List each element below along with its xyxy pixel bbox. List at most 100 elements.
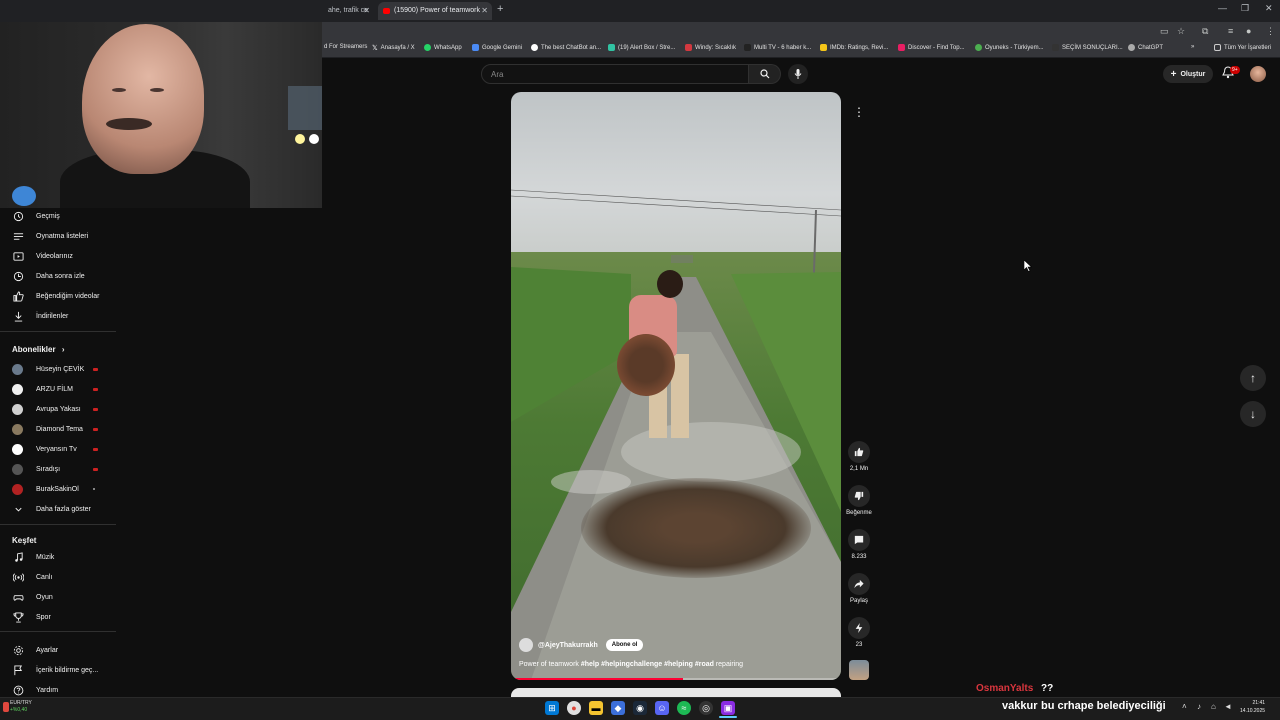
sidebar-item-watch-later[interactable]: Daha sonra izle: [0, 266, 116, 286]
bookmark[interactable]: IMDb: Ratings, Revi...: [820, 44, 888, 51]
bookmark[interactable]: Multi TV - 6 haber k...: [744, 44, 811, 51]
sidebar-item-your-videos[interactable]: Videolarınız: [0, 246, 116, 266]
obs-icon: ◎: [702, 702, 710, 713]
explore-heading: Keşfet: [12, 536, 37, 545]
channel-name[interactable]: @AjeyThakurrakh: [538, 642, 598, 649]
microphone-tray-icon[interactable]: ♪: [1197, 702, 1201, 711]
bookmark[interactable]: 𝕏 Anasayfa / X: [372, 44, 415, 53]
sidebar-divider: [0, 524, 116, 525]
start-button[interactable]: ⊞: [545, 701, 559, 715]
subscriptions-heading[interactable]: Abonelikler ›: [12, 345, 64, 354]
currency-ticker[interactable]: EUR/TRY +%0,40: [10, 700, 32, 714]
close-window-button[interactable]: ✕: [1265, 3, 1273, 14]
media-icon[interactable]: ≡: [1228, 26, 1233, 36]
cast-icon[interactable]: ▭: [1160, 26, 1169, 37]
taskbar-app[interactable]: ◆: [611, 701, 625, 715]
previous-short-button[interactable]: ↑: [1240, 365, 1266, 391]
sidebar-subscription[interactable]: Veryansın Tv: [0, 439, 116, 459]
address-bar[interactable]: [322, 22, 1280, 42]
tray-overflow-icon[interactable]: ˄: [1182, 702, 1187, 711]
tab-previous[interactable]: ahe, trafik ce ✕: [322, 2, 374, 20]
volume-icon[interactable]: ◄: [1224, 702, 1232, 711]
subscribe-button[interactable]: Abone ol: [605, 639, 644, 651]
show-more-button[interactable]: Daha fazla göster: [0, 499, 116, 519]
next-short-button[interactable]: ↓: [1240, 401, 1266, 427]
taskbar-steam[interactable]: ◉: [633, 701, 647, 715]
taskbar-chrome[interactable]: ●: [567, 701, 581, 715]
tab-active[interactable]: (15900) Power of teamwork ✕: [378, 2, 492, 20]
share-button[interactable]: [848, 573, 870, 595]
bookmark[interactable]: Oyuneks - Türkiyem...: [975, 44, 1044, 51]
close-icon[interactable]: ✕: [481, 2, 488, 20]
bookmark-folder[interactable]: Tüm Yer İşaretleri: [1214, 44, 1271, 51]
sidebar-item-report-history[interactable]: İçerik bildirme geç...: [0, 660, 116, 680]
network-icon[interactable]: ⌂: [1211, 702, 1216, 711]
bookmarks-overflow-icon[interactable]: »: [1191, 44, 1194, 50]
sidebar-subscription[interactable]: ARZU FİLM: [0, 379, 116, 399]
comments-button[interactable]: [848, 529, 870, 551]
dislike-button[interactable]: [848, 485, 870, 507]
sidebar-item-playlists[interactable]: Oynatma listeleri: [0, 226, 116, 246]
thumbs-up-icon: [854, 447, 864, 457]
search-input[interactable]: Ara: [481, 64, 749, 84]
more-options-button[interactable]: ⋮: [849, 102, 869, 122]
search-button[interactable]: [749, 64, 781, 84]
dislike-action[interactable]: Beğenme: [846, 485, 872, 516]
bookmark[interactable]: SEÇİM SONUÇLARI...: [1052, 44, 1123, 51]
like-action[interactable]: 2,1 Mn: [846, 441, 872, 472]
menu-icon[interactable]: ⋮: [1266, 26, 1275, 37]
bookmark[interactable]: The best ChatBot an...: [531, 44, 601, 51]
sidebar-item-settings[interactable]: Ayarlar: [0, 640, 116, 660]
new-tab-button[interactable]: +: [497, 3, 503, 15]
voice-search-button[interactable]: [788, 64, 808, 84]
bookmark[interactable]: Discover - Find Top...: [898, 44, 965, 51]
sidebar-subscription[interactable]: Avrupa Yakası: [0, 399, 116, 419]
remix-count: 23: [855, 642, 863, 648]
bookmark[interactable]: Windy: Sıcaklık: [685, 44, 736, 51]
spotify-icon: ≈: [681, 703, 687, 713]
sidebar-item-sports[interactable]: Spor: [0, 607, 116, 627]
sidebar-item-liked-videos[interactable]: Beğendiğim videolar: [0, 286, 116, 306]
studio-light: [309, 134, 319, 144]
remix-action[interactable]: 23: [846, 617, 872, 648]
system-clock[interactable]: 21:41 14.10.2025: [1240, 699, 1265, 715]
shorts-video-player[interactable]: @AjeyThakurrakh Abone ol Power of teamwo…: [511, 92, 841, 680]
bookmark[interactable]: Google Gemini: [472, 44, 522, 51]
bookmark[interactable]: (19) Alert Box / Stre...: [608, 44, 675, 51]
remix-button[interactable]: [848, 617, 870, 639]
account-avatar[interactable]: [1250, 66, 1266, 82]
dirt-pile: [581, 478, 811, 578]
comments-action[interactable]: 8.233: [846, 529, 872, 560]
taskbar-app-active[interactable]: ▣: [721, 701, 735, 715]
live-indicator-icon: [93, 467, 98, 471]
taskbar-spotify[interactable]: ≈: [677, 701, 691, 715]
sidebar-item-live[interactable]: Canlı: [0, 567, 116, 587]
share-action[interactable]: Paylaş: [846, 573, 872, 604]
bookmark[interactable]: WhatsApp: [424, 44, 462, 51]
close-icon[interactable]: ✕: [363, 2, 370, 20]
sidebar-item-gaming[interactable]: Oyun: [0, 587, 116, 607]
microphone-icon: [794, 69, 802, 79]
sidebar-item-downloads[interactable]: İndirilenler: [0, 306, 116, 326]
hashtag-links[interactable]: #help #helpingchallenge #helping #road: [581, 661, 714, 668]
extensions-icon[interactable]: ⧉: [1202, 26, 1208, 37]
like-button[interactable]: [848, 441, 870, 463]
channel-avatar[interactable]: [519, 638, 533, 652]
minimize-button[interactable]: —: [1218, 3, 1227, 13]
sound-thumbnail[interactable]: [849, 660, 869, 680]
sidebar-subscription[interactable]: Diamond Tema: [0, 419, 116, 439]
bookmark[interactable]: ChatGPT: [1128, 44, 1163, 51]
bookmark[interactable]: d For Streamers: [324, 44, 367, 50]
maximize-button[interactable]: ❐: [1241, 3, 1249, 14]
star-icon[interactable]: ☆: [1177, 26, 1185, 37]
create-button[interactable]: + Oluştur: [1163, 65, 1213, 83]
sidebar-subscription[interactable]: BurakSakinOl: [0, 479, 116, 499]
profile-icon[interactable]: ●: [1246, 26, 1251, 36]
taskbar-obs[interactable]: ◎: [699, 701, 713, 715]
sidebar-item-history[interactable]: Geçmiş: [0, 206, 116, 226]
sidebar-subscription[interactable]: Hüseyin ÇEVİK: [0, 359, 116, 379]
taskbar-explorer[interactable]: ▬: [589, 701, 603, 715]
taskbar-discord[interactable]: ☺: [655, 701, 669, 715]
sidebar-subscription[interactable]: Sıradışı: [0, 459, 116, 479]
sidebar-item-music[interactable]: Müzik: [0, 547, 116, 567]
